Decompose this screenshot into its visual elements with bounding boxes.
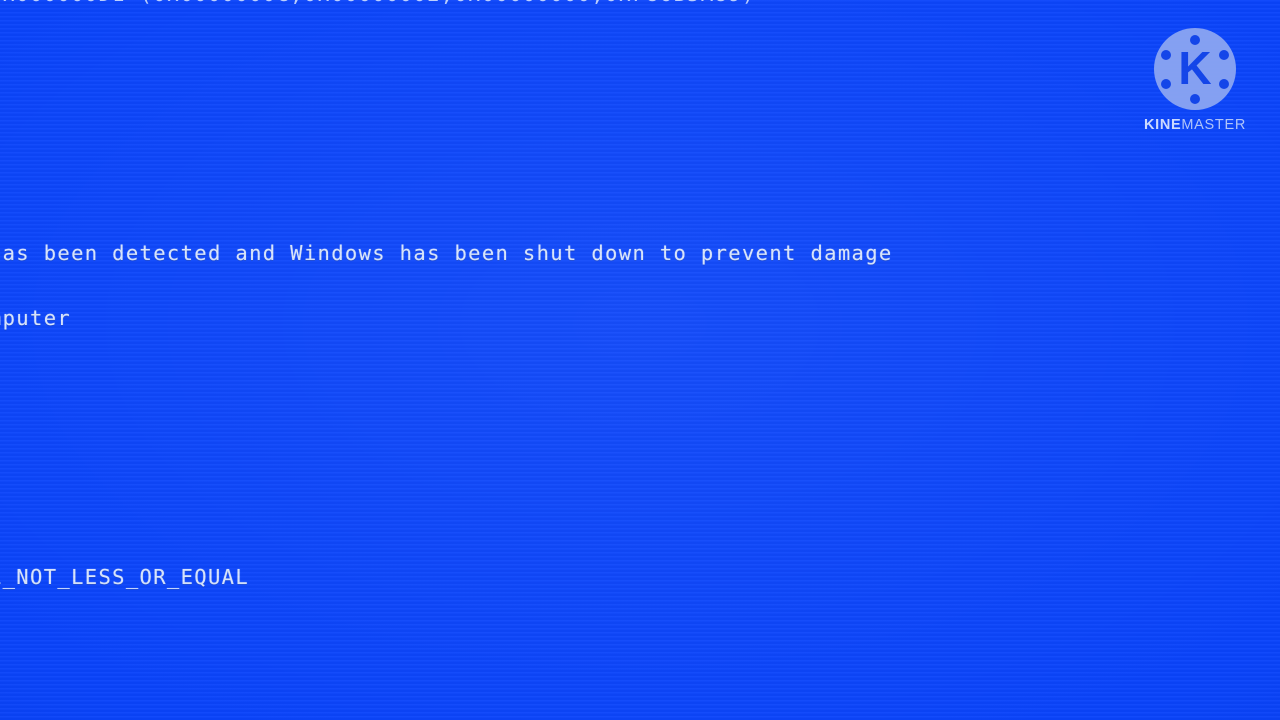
stop-code-line-ghost: [0, 70, 1280, 92]
brand-kine: KINE: [1143, 117, 1182, 133]
bsod-text-body: A problem has been detected and Windows …: [0, 0, 1280, 720]
kinemaster-watermark: K KINEMASTER: [1136, 28, 1254, 133]
error-name: DRIVER_IRQL_NOT_LESS_OR_EQUAL: [0, 564, 250, 589]
error-name-block: DRIVER_IRQL_NOT_LESS_OR_EQUAL: [0, 523, 1280, 631]
brand-master: MASTER: [1181, 117, 1247, 133]
kinemaster-brand-text: KINEMASTER: [1136, 117, 1254, 133]
intro-paragraph: A problem has been detected and Windows …: [0, 200, 1280, 373]
intro-line-1: A problem has been detected and Windows …: [0, 240, 893, 265]
logo-letter-k: K: [1178, 42, 1212, 94]
stop-code-spacer: [0, 27, 1280, 135]
intro-line-2: to your computer: [0, 305, 72, 330]
stop-code-line-clipped: *** STOP: 0x000000D1 (0x0000000C,0x00000…: [0, 0, 1280, 6]
bsod-screen: *** STOP: 0x000000D1 (0x0000000C,0x00000…: [0, 0, 1280, 720]
kinemaster-logo-icon: K: [1154, 28, 1236, 110]
